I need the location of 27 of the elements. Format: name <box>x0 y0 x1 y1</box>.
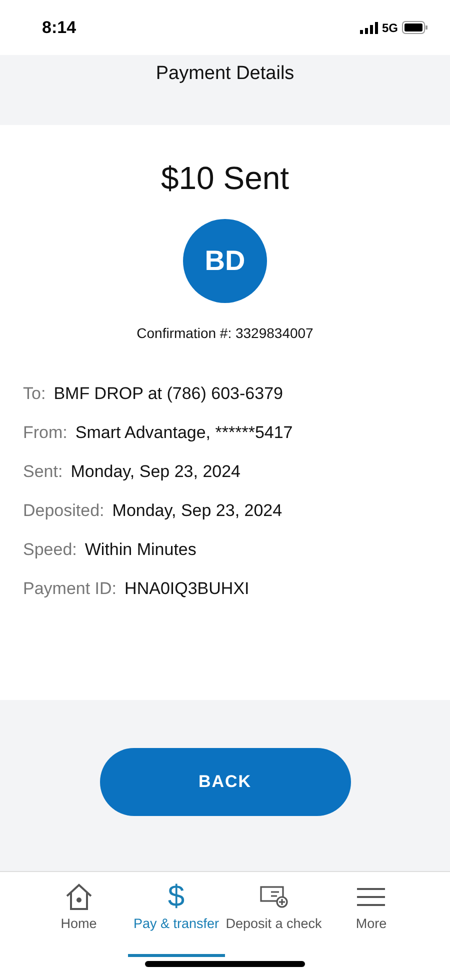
detail-value: Monday, Sep 23, 2024 <box>70 461 241 483</box>
detail-value: BMF DROP at (786) 603-6379 <box>54 383 283 405</box>
nav-tab[interactable]: Deposit a check <box>225 872 322 957</box>
detail-label: To: <box>23 383 46 405</box>
signal-icon <box>360 22 378 34</box>
nav-tab[interactable]: $ Pay & transfer <box>128 872 225 957</box>
detail-label: From: <box>23 422 68 444</box>
nav-tab[interactable]: Home <box>30 872 128 957</box>
detail-value: Smart Advantage, ******5417 <box>75 422 293 444</box>
battery-icon <box>402 21 428 34</box>
amount-sent: $10 Sent <box>160 160 290 197</box>
page-title: Payment Details <box>156 63 294 86</box>
dollar-icon: $ <box>168 882 185 912</box>
initials-avatar: BD <box>183 219 267 303</box>
nav-tab[interactable]: More <box>322 872 420 957</box>
detail-label: Sent: <box>23 461 63 483</box>
status-time: 8:14 <box>42 18 76 38</box>
network-label: 5G <box>382 20 398 34</box>
house-icon <box>64 882 94 912</box>
confirmation-number: Confirmation #: 3329834007 <box>136 325 314 341</box>
detail-value: Monday, Sep 23, 2024 <box>112 500 282 522</box>
detail-label: Deposited: <box>23 500 104 522</box>
detail-label: Payment ID: <box>23 578 117 600</box>
detail-value: Within Minutes <box>84 539 196 561</box>
back-button[interactable]: BACK <box>100 748 350 816</box>
detail-label: Speed: <box>23 539 77 561</box>
detail-value: HNA0IQ3BUHXI <box>124 578 250 600</box>
